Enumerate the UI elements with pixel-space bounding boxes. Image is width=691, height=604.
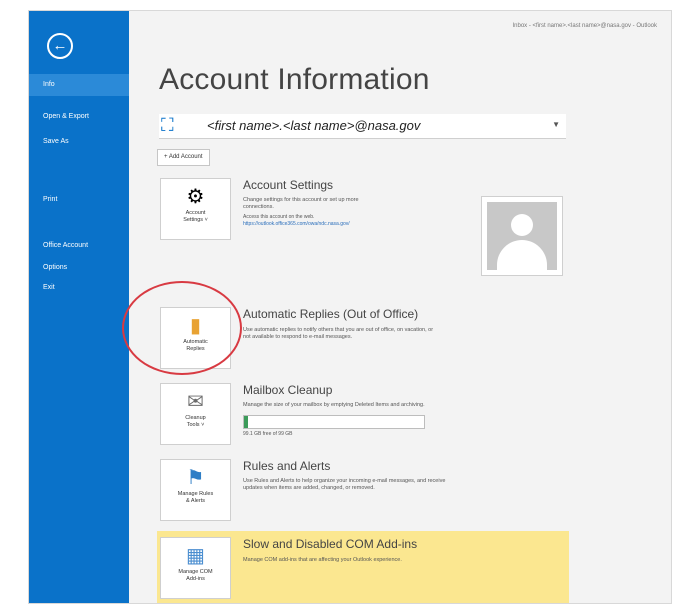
web-access-link[interactable]: https://outlook.office365.com/owa/ndc.na…	[243, 221, 350, 228]
account-settings-desc-2: connections.	[243, 204, 274, 210]
automatic-replies-button[interactable]: ▮ Automatic Replies	[160, 307, 231, 369]
mailbox-cleanup-title: Mailbox Cleanup	[243, 383, 333, 397]
chevron-down-icon[interactable]: ▼	[552, 120, 560, 129]
automatic-replies-desc-1: Use automatic replies to notify others t…	[243, 327, 434, 333]
com-addins-label-1: Manage COM	[178, 569, 213, 575]
mailbox-storage-bar	[243, 415, 425, 429]
avatar-shoulders	[497, 240, 547, 270]
cleanup-tools-button[interactable]: ✉ Cleanup Tools ˅	[160, 383, 231, 445]
sidebar-item-open-export[interactable]: Open & Export	[29, 106, 129, 128]
account-icon: ⛶	[161, 115, 174, 135]
sidebar-item-options[interactable]: Options	[29, 257, 129, 279]
manage-com-addins-button[interactable]: ▦ Manage COM Add-ins	[160, 537, 231, 599]
sidebar-item-info[interactable]: Info	[29, 74, 129, 96]
rules-alerts-label-1: Manage Rules	[177, 491, 214, 497]
manage-rules-alerts-button[interactable]: ⚑ Manage Rules & Alerts	[160, 459, 231, 521]
com-addins-icon: ▦	[186, 545, 205, 567]
automatic-replies-icon: ▮	[189, 315, 201, 337]
cleanup-tools-icon: ✉	[187, 391, 204, 413]
profile-photo	[481, 196, 563, 276]
mailbox-storage-text: 99.1 GB free of 99 GB	[243, 431, 293, 437]
account-settings-desc-1: Change settings for this account or set …	[243, 197, 359, 203]
account-email: <first name>.<last name>@nasa.gov	[207, 118, 421, 133]
backstage-sidebar: ← Info Open & Export Save As Print Offic…	[29, 11, 129, 603]
account-settings-label-1: Account	[185, 210, 206, 216]
rules-alerts-icon: ⚑	[186, 467, 205, 489]
sidebar-item-office-account[interactable]: Office Account	[29, 235, 129, 257]
mailbox-storage-fill	[244, 416, 248, 428]
com-addins-desc: Manage COM add-ins that are affecting yo…	[243, 557, 402, 563]
mailbox-cleanup-desc: Manage the size of your mailbox by empty…	[243, 402, 425, 408]
com-addins-title: Slow and Disabled COM Add-ins	[243, 537, 418, 551]
sidebar-item-exit[interactable]: Exit	[29, 277, 129, 299]
account-settings-label-2: Settings ˅	[183, 217, 208, 223]
account-settings-title: Account Settings	[243, 178, 334, 192]
window-title: Inbox - <first name>.<last name>@nasa.go…	[512, 23, 658, 29]
cleanup-tools-label-1: Cleanup	[185, 415, 206, 421]
account-selector[interactable]: ⛶ <first name>.<last name>@nasa.gov ▼	[159, 114, 566, 139]
account-settings-icon: ⚙	[186, 186, 205, 208]
automatic-replies-desc-2: not available to respond to e-mail messa…	[243, 334, 353, 340]
back-arrow-icon[interactable]: ←	[47, 33, 73, 59]
add-account-button[interactable]: + Add Account	[157, 149, 210, 166]
rules-alerts-desc-1: Use Rules and Alerts to help organize yo…	[243, 478, 446, 484]
cleanup-tools-label-2: Tools ˅	[186, 422, 205, 428]
account-settings-button[interactable]: ⚙ Account Settings ˅	[160, 178, 231, 240]
automatic-replies-label-1: Automatic	[183, 339, 208, 345]
page-title: Account Information	[159, 63, 430, 96]
avatar-head	[511, 214, 533, 236]
rules-alerts-desc-2: updates when items are added, changed, o…	[243, 485, 375, 491]
automatic-replies-title: Automatic Replies (Out of Office)	[243, 307, 419, 321]
web-access-text: Access this account on the web.	[243, 214, 315, 220]
sidebar-item-save-as[interactable]: Save As	[29, 131, 129, 153]
rules-alerts-title: Rules and Alerts	[243, 459, 331, 473]
rules-alerts-label-2: & Alerts	[186, 498, 205, 504]
avatar	[487, 202, 557, 270]
automatic-replies-label-2: Replies	[186, 346, 205, 352]
com-addins-label-2: Add-ins	[186, 576, 205, 582]
outlook-backstage-window: ← Info Open & Export Save As Print Offic…	[28, 10, 672, 604]
sidebar-item-print[interactable]: Print	[29, 189, 129, 211]
